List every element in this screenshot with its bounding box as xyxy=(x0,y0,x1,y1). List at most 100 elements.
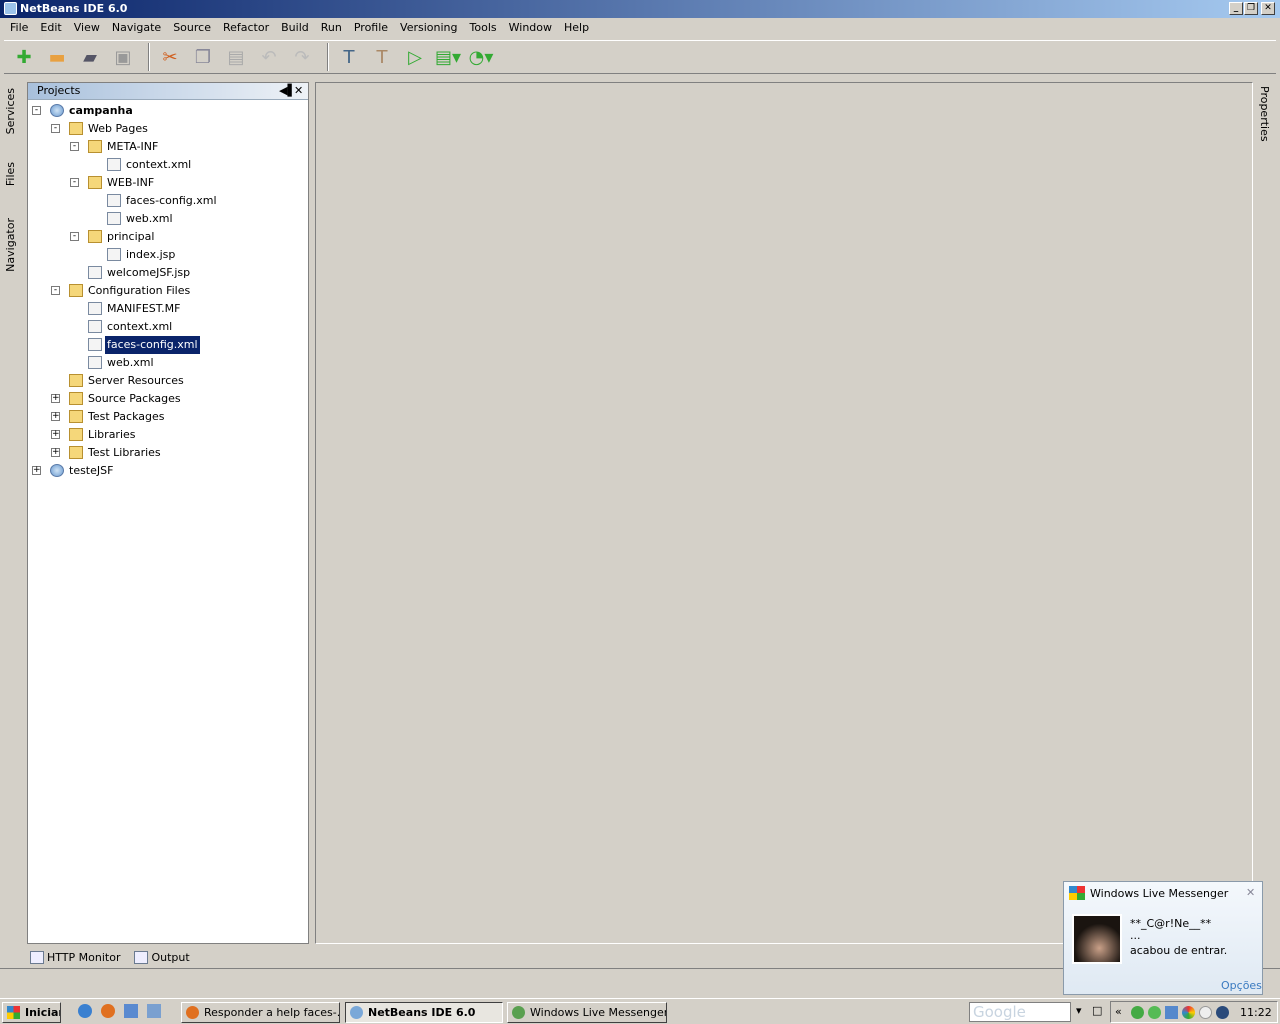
tree-item[interactable]: - Web Pages xyxy=(28,120,306,138)
start-button[interactable]: Iniciar xyxy=(2,1002,61,1023)
debug-icon[interactable]: ▤▾ xyxy=(434,44,462,70)
menu-edit[interactable]: Edit xyxy=(34,18,67,38)
task-messenger[interactable]: Windows Live Messenger xyxy=(507,1002,667,1023)
collapse-icon[interactable]: - xyxy=(51,286,60,295)
tree-item[interactable]: + Test Libraries xyxy=(28,444,306,462)
collapse-icon[interactable]: - xyxy=(70,232,79,241)
taskbar: Iniciar Responder a help faces-... NetBe… xyxy=(0,998,1280,1024)
tree-item[interactable]: - campanha xyxy=(28,102,306,120)
menu-build[interactable]: Build xyxy=(275,18,315,38)
search-dropdown-icon[interactable]: ▾ xyxy=(1076,1004,1082,1017)
http-monitor-icon xyxy=(30,950,44,964)
output-icon xyxy=(134,950,149,964)
tree-item[interactable]: welcomeJSF.jsp xyxy=(28,264,306,282)
utorrent-tray-icon[interactable] xyxy=(1131,1006,1144,1019)
menu-file[interactable]: File xyxy=(4,18,34,38)
expand-icon[interactable]: + xyxy=(32,466,41,475)
menu-help[interactable]: Help xyxy=(558,18,595,38)
tree-item[interactable]: Server Resources xyxy=(28,372,306,390)
close-button[interactable]: ✕ xyxy=(1261,2,1275,15)
close-panel-icon[interactable]: ✕ xyxy=(294,83,303,99)
collapse-icon[interactable]: - xyxy=(70,142,79,151)
expand-icon[interactable]: + xyxy=(51,448,60,457)
globe-tray-icon[interactable] xyxy=(1216,1006,1229,1019)
tree-item[interactable]: + Test Packages xyxy=(28,408,306,426)
network-tray-icon[interactable] xyxy=(1165,1006,1178,1019)
messenger-tray-icon[interactable] xyxy=(1148,1006,1161,1019)
tree-item[interactable]: faces-config.xml xyxy=(28,335,306,355)
clean-build-icon[interactable]: T xyxy=(368,44,396,70)
run-icon[interactable]: ▷ xyxy=(401,44,429,70)
tree-item-label: context.xml xyxy=(126,158,192,171)
tree-item[interactable]: - META-INF xyxy=(28,138,306,156)
expand-icon[interactable]: + xyxy=(51,394,60,403)
menu-tools[interactable]: Tools xyxy=(464,18,503,38)
tree-item[interactable]: web.xml xyxy=(28,354,306,372)
restore-toolbar-icon[interactable]: □ xyxy=(1092,1004,1102,1017)
menu-refactor[interactable]: Refactor xyxy=(217,18,275,38)
new-project-icon[interactable]: ▬ xyxy=(43,44,71,70)
menu-profile[interactable]: Profile xyxy=(348,18,394,38)
side-tab-files[interactable]: Files xyxy=(4,162,17,186)
tree-item[interactable]: web.xml xyxy=(28,210,306,228)
color-tray-icon[interactable] xyxy=(1182,1006,1195,1019)
tree-item[interactable]: + testeJSF xyxy=(28,462,306,480)
undo-icon[interactable]: ↶ xyxy=(255,44,283,70)
tree-item[interactable]: MANIFEST.MF xyxy=(28,300,306,318)
save-all-icon[interactable]: ▣ xyxy=(109,44,137,70)
ie-icon[interactable] xyxy=(78,1004,92,1018)
google-search-input[interactable]: Google xyxy=(969,1002,1071,1022)
tree-item[interactable]: context.xml xyxy=(28,318,306,336)
menu-bar: File Edit View Navigate Source Refactor Build R… xyxy=(0,18,1280,38)
build-icon[interactable]: T xyxy=(335,44,363,70)
tree-item[interactable]: context.xml xyxy=(28,156,306,174)
tree-item[interactable]: - Configuration Files xyxy=(28,282,306,300)
file-icon xyxy=(107,194,121,207)
menu-window[interactable]: Window xyxy=(503,18,558,38)
menu-source[interactable]: Source xyxy=(167,18,217,38)
options-link[interactable]: Opções xyxy=(1221,979,1262,992)
menu-navigate[interactable]: Navigate xyxy=(106,18,167,38)
expand-icon[interactable]: + xyxy=(51,412,60,421)
tree-item[interactable]: - WEB-INF xyxy=(28,174,306,192)
profile-icon[interactable]: ◔▾ xyxy=(467,44,495,70)
tree-item[interactable]: + Source Packages xyxy=(28,390,306,408)
notification-close-icon[interactable]: ✕ xyxy=(1246,886,1255,899)
side-tab-properties[interactable]: Properties xyxy=(1258,86,1271,142)
open-project-icon[interactable]: ▰ xyxy=(76,44,104,70)
menu-versioning[interactable]: Versioning xyxy=(394,18,463,38)
tree-item[interactable]: faces-config.xml xyxy=(28,192,306,210)
side-tab-services[interactable]: Services xyxy=(4,88,17,134)
redo-icon[interactable]: ↷ xyxy=(288,44,316,70)
restore-button[interactable]: ❐ xyxy=(1244,2,1258,15)
firefox-icon[interactable] xyxy=(101,1004,115,1018)
chat-tray-icon[interactable] xyxy=(1199,1006,1212,1019)
collapse-icon[interactable]: - xyxy=(51,124,60,133)
side-tab-navigator[interactable]: Navigator xyxy=(4,218,17,272)
menu-view[interactable]: View xyxy=(68,18,106,38)
tree-item[interactable]: index.jsp xyxy=(28,246,306,264)
copy-icon[interactable]: ❐ xyxy=(189,44,217,70)
tree-item[interactable]: + Libraries xyxy=(28,426,306,444)
toolbar: ✚ ▬ ▰ ▣ ✂ ❐ ▤ ↶ ↷ T T ▷ ▤▾ ◔▾ xyxy=(4,40,1276,74)
show-desktop-icon[interactable] xyxy=(147,1004,161,1018)
menu-run[interactable]: Run xyxy=(315,18,348,38)
tab-output[interactable]: Output xyxy=(134,948,190,966)
task-firefox[interactable]: Responder a help faces-... xyxy=(181,1002,340,1023)
new-file-icon[interactable]: ✚ xyxy=(10,44,38,70)
paste-icon[interactable]: ▤ xyxy=(222,44,250,70)
file-icon xyxy=(88,320,102,333)
collapse-icon[interactable]: - xyxy=(70,178,79,187)
cut-icon[interactable]: ✂ xyxy=(156,44,184,70)
messenger-notification[interactable]: Windows Live Messenger ✕ **_C@r!Ne__** .… xyxy=(1063,881,1263,995)
quicklaunch-icon[interactable] xyxy=(124,1004,138,1018)
tab-http-monitor[interactable]: HTTP Monitor xyxy=(30,948,120,966)
tree-item-label: Libraries xyxy=(88,428,136,441)
expand-icon[interactable]: + xyxy=(51,430,60,439)
tree-item[interactable]: - principal xyxy=(28,228,306,246)
folder-icon xyxy=(69,122,83,135)
collapse-icon[interactable]: - xyxy=(32,106,41,115)
task-netbeans[interactable]: NetBeans IDE 6.0 xyxy=(345,1002,503,1023)
tray-expand-icon[interactable]: « xyxy=(1115,1005,1122,1018)
minimize-button[interactable]: _ xyxy=(1229,2,1243,15)
